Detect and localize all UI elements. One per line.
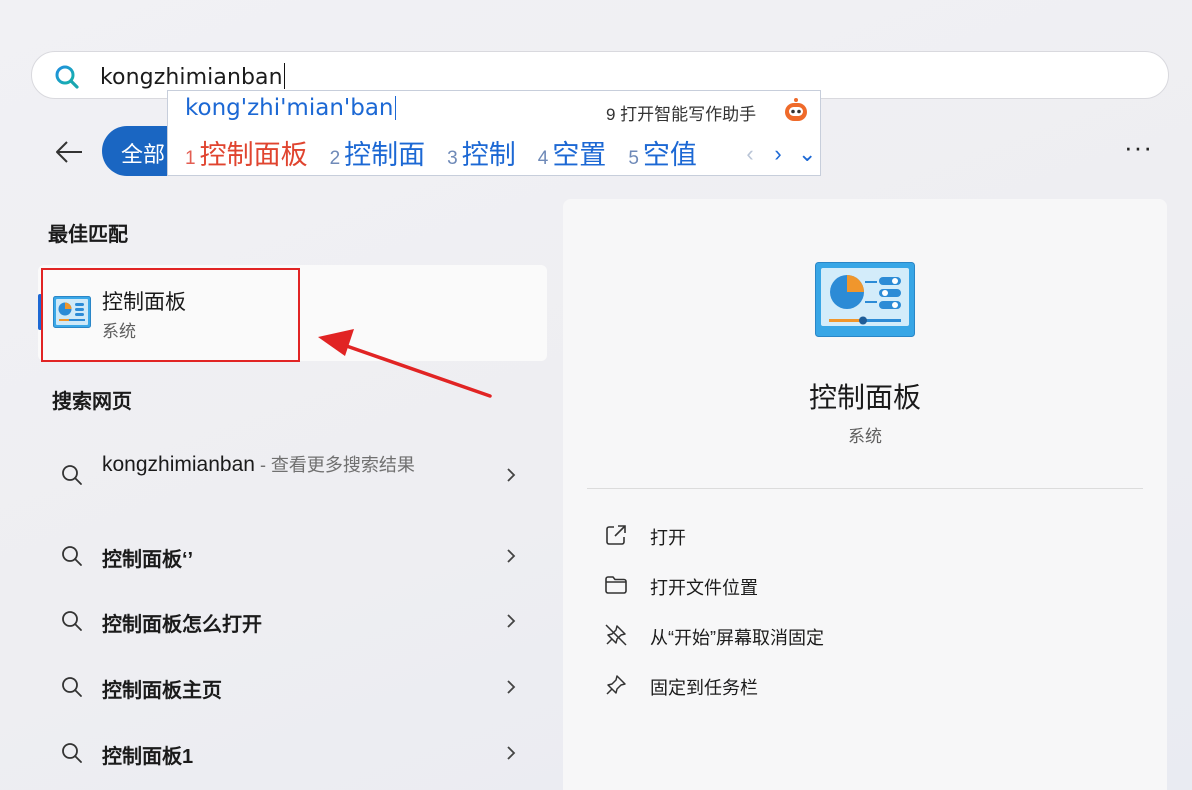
ime-next-page-icon[interactable]: ›: [770, 141, 786, 167]
search-icon: [62, 611, 82, 631]
detail-title: 控制面板: [808, 382, 921, 413]
candidate-text: 控制: [461, 140, 516, 170]
ime-candidate[interactable]: 2 控制面: [330, 133, 426, 172]
web-search-query: kongzhimianban - 查看更多搜索结果: [102, 449, 462, 481]
action-pin-to-taskbar[interactable]: 固定到任务栏: [603, 671, 1103, 701]
action-open-file-location[interactable]: 打开文件位置: [603, 571, 1103, 601]
web-search-label: 控制面板主页: [102, 680, 222, 702]
candidate-number: 2: [329, 148, 341, 169]
action-unpin-from-start[interactable]: 从“开始”屏幕取消固定: [603, 621, 1103, 651]
web-search-item[interactable]: 控制面板1: [48, 735, 528, 771]
chevron-right-icon: [507, 680, 516, 694]
web-search-label: 控制面板1: [102, 746, 194, 768]
text-caret: [283, 63, 285, 89]
candidate-text: 空值: [642, 140, 697, 170]
ime-writing-assistant-option[interactable]: 9 打开智能写作助手: [606, 100, 756, 125]
pin-icon: [606, 675, 626, 695]
more-options-button[interactable]: ···: [1124, 132, 1153, 163]
annotation-arrow: [318, 329, 492, 398]
candidate-number: 4: [537, 148, 549, 169]
chevron-right-icon: [507, 746, 516, 760]
action-label: 固定到任务栏: [650, 678, 758, 698]
candidate-text: 空置: [552, 140, 607, 170]
candidate-number: 1: [185, 148, 196, 169]
web-query-text: kongzhimianban: [102, 453, 255, 476]
action-label: 打开文件位置: [650, 578, 758, 598]
web-search-item-more-results[interactable]: kongzhimianban - 查看更多搜索结果: [48, 446, 528, 512]
search-icon: [62, 465, 82, 485]
ime-page-nav: ‹ › ⌄: [742, 141, 816, 167]
ime-candidate-list: 1 控制面板 2 控制面 3 控制 4 空置 5 空值: [185, 133, 719, 172]
ime-candidate[interactable]: 5 空值: [628, 133, 697, 172]
ime-candidate[interactable]: 1 控制面板: [185, 133, 308, 172]
chevron-right-icon: [507, 614, 516, 628]
best-match-name: 控制面板: [102, 291, 186, 314]
ime-prev-page-icon[interactable]: ‹: [742, 141, 758, 167]
web-search-label: 控制面板怎么打开: [102, 614, 262, 636]
search-icon: [62, 743, 82, 763]
web-search-item[interactable]: 控制面板主页: [48, 669, 528, 705]
action-label: 从“开始”屏幕取消固定: [650, 628, 824, 648]
ime-candidate-window: kong'zhi'mian'ban 9 打开智能写作助手 1 控制面板 2 控制面 …: [167, 90, 821, 176]
ime-candidate[interactable]: 3 控制: [447, 133, 516, 172]
folder-icon: [605, 576, 627, 594]
back-arrow-icon[interactable]: [50, 133, 88, 171]
candidate-number: 5: [628, 148, 639, 169]
web-search-label: 控制面板‘’: [102, 549, 194, 571]
ime-pinyin-text: kong'zhi'mian'ban: [185, 95, 394, 121]
best-match-heading: 最佳匹配: [48, 224, 128, 246]
candidate-number: 3: [447, 148, 458, 169]
search-icon: [62, 546, 82, 566]
robot-assistant-icon[interactable]: [782, 96, 810, 124]
control-panel-icon: [53, 296, 91, 328]
ime-candidate[interactable]: 4 空置: [538, 133, 607, 172]
open-external-icon: [606, 525, 626, 545]
action-open[interactable]: 打开: [603, 521, 1103, 551]
web-search-item[interactable]: 控制面板‘’: [48, 538, 528, 574]
ime-caret: [394, 96, 396, 120]
action-label: 打开: [650, 528, 686, 548]
web-search-heading: 搜索网页: [52, 391, 132, 413]
detail-panel: 控制面板 系统 打开 打开文件位置 从“开始”屏幕取消固定 固定到任务栏: [563, 199, 1167, 790]
web-search-item[interactable]: 控制面板怎么打开: [48, 603, 528, 639]
chevron-right-icon: [507, 549, 516, 563]
ime-pinyin-composition: kong'zhi'mian'ban: [185, 95, 396, 121]
search-icon: [62, 677, 82, 697]
web-query-suffix: - 查看更多搜索结果: [254, 455, 415, 475]
selection-indicator: [38, 294, 42, 330]
search-icon: [55, 65, 79, 89]
ime-expand-icon[interactable]: ⌄: [798, 141, 816, 167]
best-match-category: 系统: [102, 322, 136, 341]
candidate-text: 控制面: [344, 140, 426, 170]
control-panel-large-icon: [815, 262, 915, 337]
search-input[interactable]: kongzhimianban: [100, 63, 285, 90]
chevron-right-icon: [507, 468, 516, 482]
search-query-text: kongzhimianban: [100, 65, 283, 90]
unpin-icon: [605, 624, 627, 646]
candidate-text: 控制面板: [199, 140, 308, 170]
divider: [587, 488, 1143, 489]
detail-category: 系统: [848, 427, 882, 446]
